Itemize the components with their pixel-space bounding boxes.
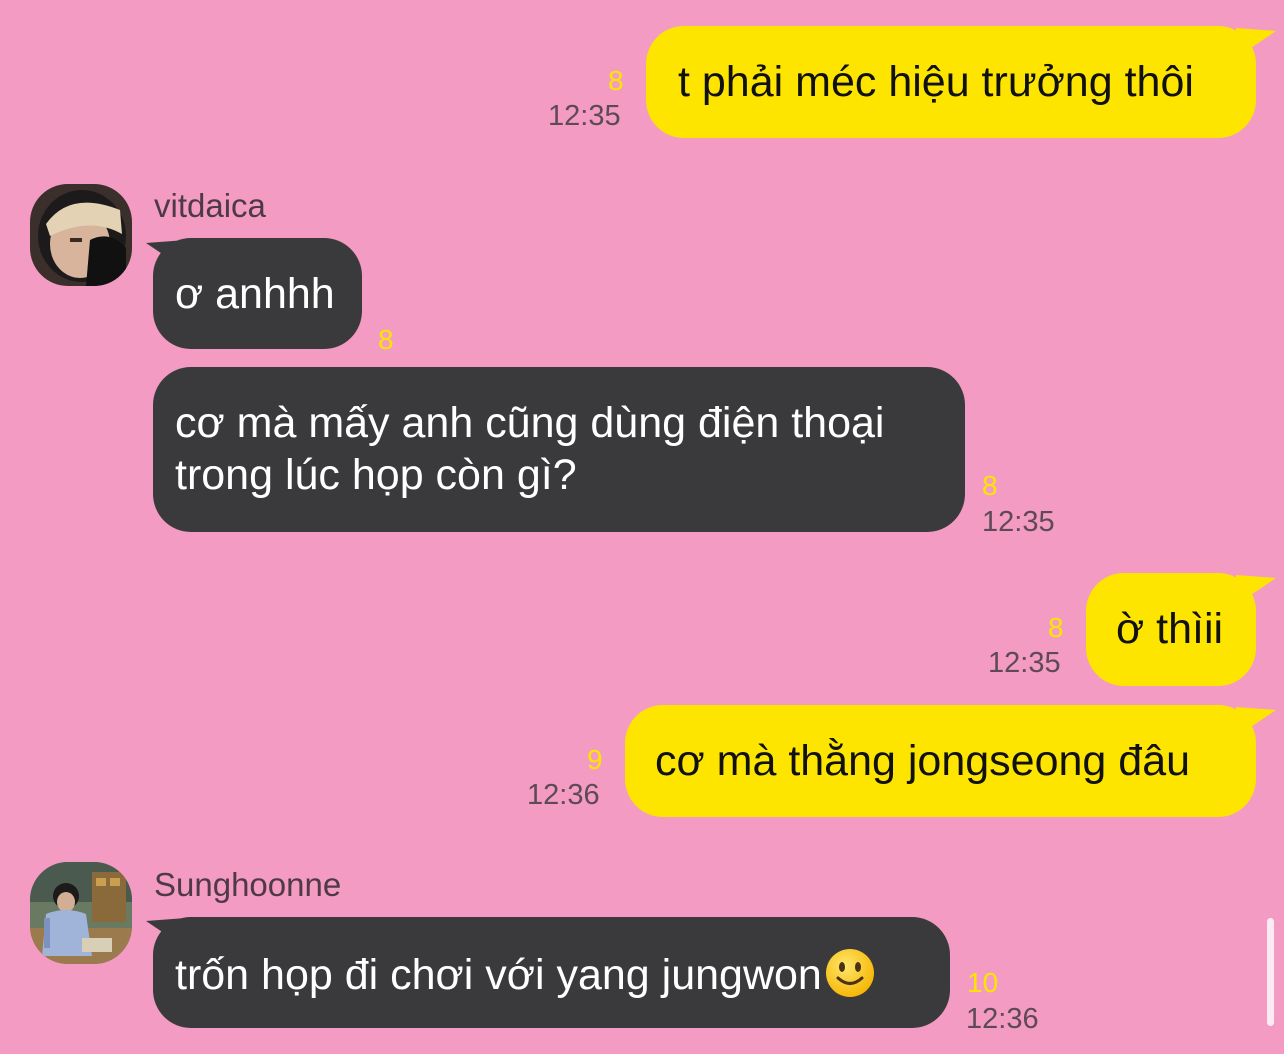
sender-name: Sunghoonne <box>154 866 342 903</box>
unread-count: 8 <box>378 324 394 355</box>
message-text: ơ anhhh <box>175 270 335 318</box>
message-bubble[interactable]: cơ mà thằng jongseong đâu <box>625 705 1256 817</box>
unread-count: 8 <box>1048 612 1064 643</box>
message-text: t phải méc hiệu trưởng thôi <box>678 58 1194 106</box>
message-text: cơ mà thằng jongseong đâu <box>655 737 1191 785</box>
bubble-tail <box>1236 707 1276 737</box>
slightly-smiling-face-icon <box>824 947 876 999</box>
message-bubble[interactable]: trốn họp đi chơi với yang jungwon <box>153 917 950 1028</box>
unread-count: 8 <box>608 65 624 96</box>
message-time: 12:36 <box>966 1003 1039 1035</box>
bubble-tail <box>1236 28 1276 58</box>
message-time: 12:35 <box>988 647 1061 679</box>
bubble-tail <box>1236 575 1276 605</box>
unread-count: 10 <box>967 967 999 998</box>
message-text: trốn họp đi chơi với yang jungwon <box>175 951 822 999</box>
scrollbar[interactable] <box>1267 918 1274 1026</box>
sender-name: vitdaica <box>154 187 266 224</box>
message-bubble[interactable]: t phải méc hiệu trưởng thôi <box>646 26 1256 138</box>
message-time: 12:35 <box>982 506 1055 538</box>
message-text-line: trong lúc họp còn gì? <box>175 451 577 499</box>
message-text-line: cơ mà mấy anh cũng dùng điện thoại <box>175 399 885 447</box>
message-time: 12:36 <box>527 779 600 811</box>
message-time: 12:35 <box>548 100 621 132</box>
message-text: ờ thìii <box>1116 605 1224 653</box>
message-bubble[interactable]: ờ thìii <box>1086 573 1256 686</box>
unread-count: 8 <box>982 470 998 501</box>
avatar-sunghoonne[interactable] <box>30 862 132 964</box>
message-bubble[interactable]: ơ anhhh <box>153 238 362 349</box>
avatar-vitdaica[interactable] <box>30 184 132 286</box>
message-bubble[interactable]: cơ mà mấy anh cũng dùng điện thoại trong… <box>153 367 965 532</box>
unread-count: 9 <box>587 744 603 775</box>
